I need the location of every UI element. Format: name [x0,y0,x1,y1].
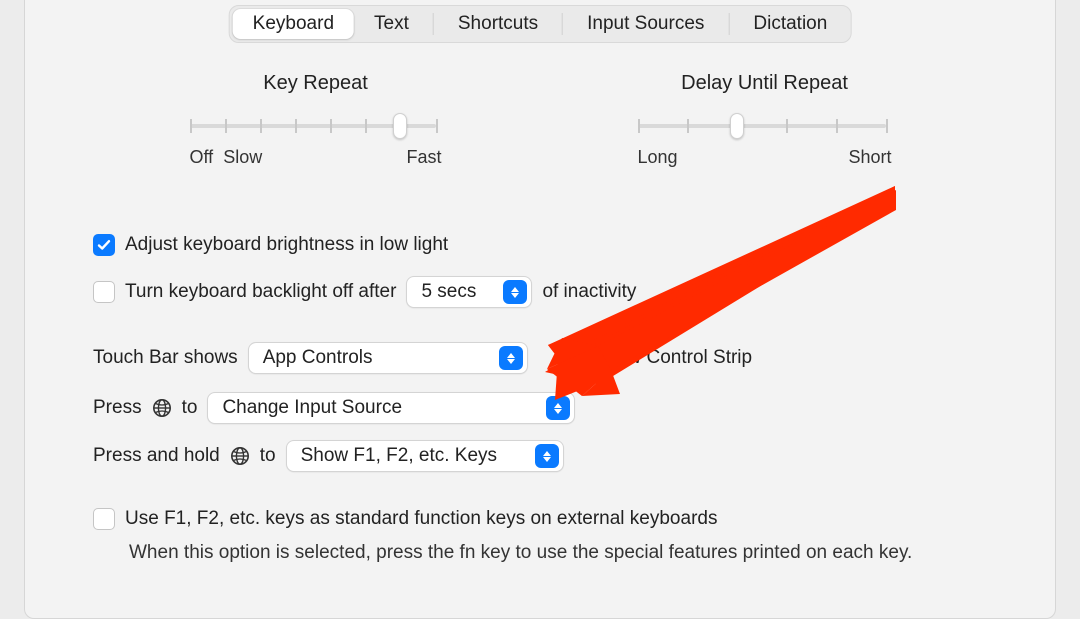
select-touchbar-shows[interactable]: App Controls [248,342,528,374]
label-show-control-strip: Show Control Strip [594,347,752,369]
label-fn-keys: Use F1, F2, etc. keys as standard functi… [125,508,717,530]
checkbox-fn-keys[interactable] [93,508,115,530]
row-touchbar: Touch Bar shows App Controls Show Contro… [93,342,1015,374]
tab-divider [728,13,729,35]
select-press-globe-value: Change Input Source [222,397,546,419]
tab-bar: Keyboard Text Shortcuts Input Sources Di… [229,5,852,43]
globe-icon [230,446,250,466]
tab-divider [433,13,434,35]
key-repeat-knob[interactable] [393,113,407,139]
label-backlight-off-suffix: of inactivity [542,281,636,303]
stepper-icon [499,346,523,370]
stepper-icon [546,396,570,420]
select-backlight-timeout-value: 5 secs [421,281,503,303]
label-press-hold-mid: to [260,445,276,467]
select-press-hold-globe-value: Show F1, F2, etc. Keys [301,445,535,467]
slider-row: Key Repeat Off Slow Fast [25,72,1055,168]
label-press-prefix: Press [93,397,142,419]
stepper-icon [503,280,527,304]
row-press-hold-globe: Press and hold to Show F1, F2, etc. Keys [93,440,1015,472]
key-repeat-labels: Off Slow Fast [190,147,442,168]
tab-text[interactable]: Text [354,9,429,39]
checkbox-show-control-strip[interactable] [562,347,584,369]
tab-input-sources[interactable]: Input Sources [567,9,724,39]
row-backlight-off: Turn keyboard backlight off after 5 secs… [93,276,1015,308]
select-press-hold-globe[interactable]: Show F1, F2, etc. Keys [286,440,564,472]
select-backlight-timeout[interactable]: 5 secs [406,276,532,308]
label-touchbar: Touch Bar shows [93,347,238,369]
tab-divider [562,13,563,35]
tab-shortcuts[interactable]: Shortcuts [438,9,558,39]
delay-repeat-title: Delay Until Repeat [681,72,848,95]
key-repeat-title: Key Repeat [263,72,368,95]
select-press-globe[interactable]: Change Input Source [207,392,575,424]
delay-repeat-labels: Long Short [638,147,892,168]
label-adjust-brightness: Adjust keyboard brightness in low light [125,234,448,256]
key-repeat-slider[interactable] [190,119,436,133]
globe-icon [152,398,172,418]
label-backlight-off-prefix: Turn keyboard backlight off after [125,281,396,303]
row-press-globe: Press to Change Input Source [93,392,1015,424]
select-touchbar-shows-value: App Controls [263,347,499,369]
label-press-mid: to [182,397,198,419]
row-adjust-brightness: Adjust keyboard brightness in low light [93,234,1015,256]
checkbox-adjust-brightness[interactable] [93,234,115,256]
fn-keys-help-text: When this option is selected, press the … [129,540,995,566]
stepper-icon [535,444,559,468]
label-press-hold-prefix: Press and hold [93,445,220,467]
row-fn-keys: Use F1, F2, etc. keys as standard functi… [93,508,1015,530]
tab-keyboard[interactable]: Keyboard [233,9,354,39]
keyboard-preferences-panel: Keyboard Text Shortcuts Input Sources Di… [24,0,1056,619]
delay-repeat-knob[interactable] [730,113,744,139]
delay-repeat-slider[interactable] [638,119,886,133]
tab-dictation[interactable]: Dictation [733,9,847,39]
checkbox-backlight-off[interactable] [93,281,115,303]
